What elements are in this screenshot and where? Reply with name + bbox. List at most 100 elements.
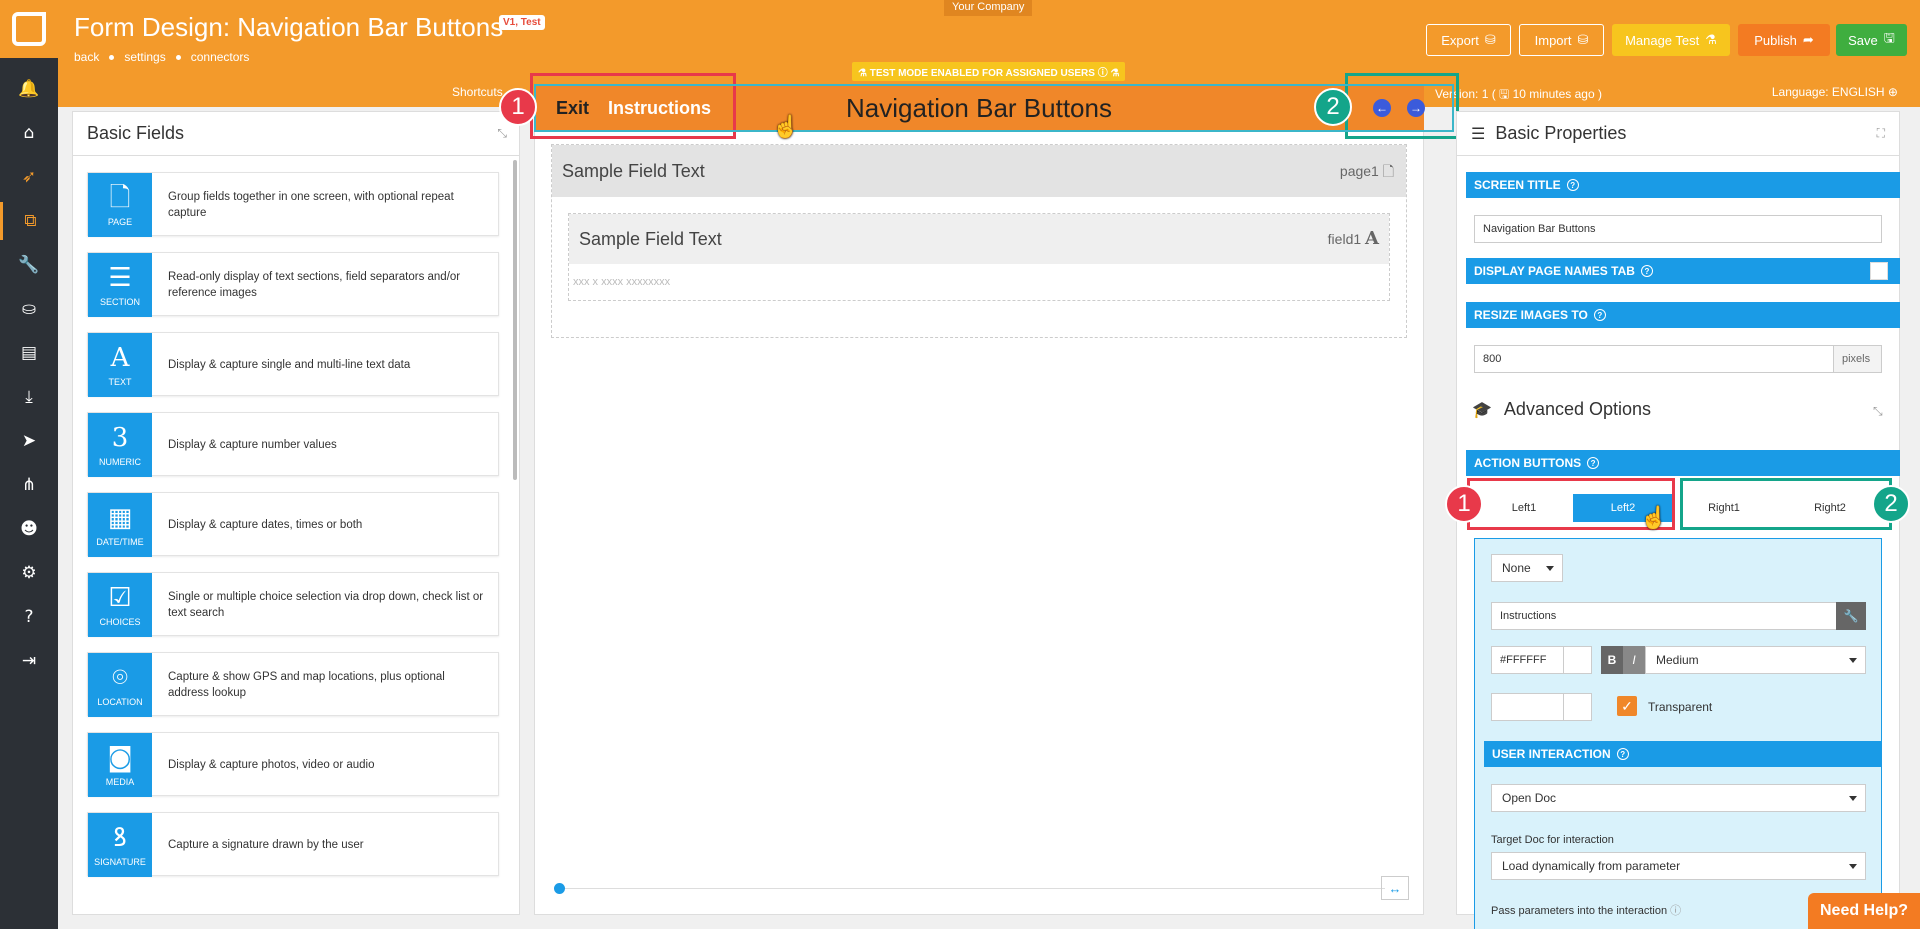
bold-toggle[interactable]: B (1601, 646, 1623, 674)
transparent-label: Transparent (1648, 700, 1713, 714)
help-icon[interactable]: ? (1587, 457, 1600, 469)
page-slider-handle[interactable] (554, 883, 565, 894)
help-icon[interactable]: ? (1593, 309, 1606, 321)
screen-title-input[interactable]: Navigation Bar Buttons (1474, 215, 1882, 243)
breadcrumb-connectors[interactable]: connectors (191, 50, 250, 64)
import-icon: ⛁ (1577, 32, 1589, 47)
table-icon[interactable]: ▤ (0, 334, 58, 372)
breadcrumb-back[interactable]: back (74, 50, 99, 64)
arrow-right-icon[interactable]: → (1407, 99, 1425, 117)
export-button[interactable]: Export ⛁ (1426, 24, 1511, 56)
sitemap-icon[interactable]: ⋔ (0, 466, 58, 504)
help-icon[interactable]: ? (1640, 265, 1653, 277)
field-media[interactable]: ◙ MEDIA Display & capture photos, video o… (87, 732, 499, 797)
scrollbar[interactable] (513, 160, 517, 480)
logout-icon[interactable]: ⇥ (0, 642, 58, 680)
language-selector[interactable]: Language: ENGLISH ⊕ (1772, 85, 1898, 99)
need-help-button[interactable]: Need Help? (1808, 893, 1920, 929)
collapse-icon[interactable]: ⤡ (1873, 404, 1883, 419)
publish-button[interactable]: Publish ➦ (1738, 24, 1830, 56)
background-swatch[interactable] (1563, 694, 1591, 720)
field-section[interactable]: ☰ SECTION Read-only display of text secti… (87, 252, 499, 317)
save-label: Save (1848, 32, 1878, 48)
rocket-icon[interactable]: ➶ (0, 158, 58, 196)
export-label: Export (1441, 32, 1479, 48)
breadcrumb-separator (175, 54, 181, 60)
font-size-select[interactable]: Medium (1645, 646, 1866, 674)
marker-1-tabs: 1 (1445, 485, 1483, 523)
color-swatch[interactable] (1563, 647, 1591, 673)
field-signature[interactable]: ꝸ SIGNATURE Capture a signature drawn by … (87, 812, 499, 877)
field-description: Display & capture photos, video or audio (168, 759, 375, 771)
app-logo[interactable] (0, 0, 58, 58)
forms-icon[interactable]: ⧉ (0, 202, 58, 240)
field-page[interactable]: 🗋 PAGE Group fields together in one scree… (87, 172, 499, 237)
marker-2-tabs: 2 (1872, 485, 1910, 523)
home-icon[interactable]: ⌂ (0, 114, 58, 152)
basic-fields-panel: Basic Fields ⤡ 🗋 PAGE Group fields togeth… (72, 111, 520, 915)
transparent-checkbox[interactable]: ✓ (1617, 696, 1637, 716)
tab-right2[interactable]: Right2 (1780, 494, 1880, 522)
field-description: Display & capture single and multi-line … (168, 359, 411, 371)
breadcrumb-settings[interactable]: settings (124, 50, 165, 64)
resize-images-input[interactable]: 800 (1474, 345, 1834, 373)
target-doc-select[interactable]: Load dynamically from parameter (1491, 852, 1866, 880)
section-icon: ☰ SECTION (88, 253, 152, 317)
icon-select[interactable]: None (1491, 554, 1563, 582)
company-name: Your Company (944, 0, 1033, 16)
field-numeric[interactable]: 3 NUMERIC Display & capture number values (87, 412, 499, 477)
resize-images-section: RESIZE IMAGES TO? (1466, 302, 1900, 328)
form-canvas: Sample Field Text page1 🗋 Sample Field T… (534, 111, 1424, 915)
import-button[interactable]: Import ⛁ (1519, 24, 1604, 56)
section-label: RESIZE IMAGES TO (1474, 308, 1588, 322)
display-page-names-section: DISPLAY PAGE NAMES TAB? (1466, 258, 1900, 284)
map-pin-icon: ⌾ LOCATION (88, 653, 152, 717)
button-text-input[interactable]: Instructions (1491, 602, 1837, 630)
collapse-icon[interactable]: ⤡ (497, 126, 507, 141)
screen-title-section: SCREEN TITLE? (1466, 172, 1900, 198)
italic-toggle[interactable]: I (1623, 646, 1645, 674)
field-description: Capture & show GPS and map locations, pl… (168, 671, 445, 699)
expand-icon[interactable]: ⛶ (1877, 126, 1885, 141)
manage-test-button[interactable]: Manage Test ⚗ (1612, 24, 1730, 56)
page-container[interactable]: Sample Field Text page1 🗋 Sample Field T… (551, 144, 1407, 338)
display-page-names-checkbox[interactable] (1870, 262, 1888, 280)
field-location[interactable]: ⌾ LOCATION Capture & show GPS and map loc… (87, 652, 499, 717)
marker-1: 1 (499, 88, 537, 126)
field-datetime[interactable]: ▦ DATE/TIME Display & capture dates, time… (87, 492, 499, 557)
cursor-pointer-icon: ☝ (772, 114, 800, 139)
wrench-icon[interactable]: 🔧 (0, 246, 58, 284)
field-description: Capture a signature drawn by the user (168, 839, 364, 851)
help-icon[interactable]: ? (0, 598, 58, 636)
text-field-text: Sample Field Text (579, 228, 722, 249)
text-icon: A TEXT (88, 333, 152, 397)
arrow-left-icon[interactable]: ← (1373, 99, 1391, 117)
page-slider-track[interactable] (559, 888, 1385, 889)
field-choices[interactable]: ☑ CHOICES Single or multiple choice selec… (87, 572, 499, 637)
checkbox-icon: ☑ CHOICES (88, 573, 152, 637)
cursor-pointer-icon: ☝ (1640, 505, 1668, 530)
help-icon[interactable]: ? (1566, 179, 1579, 191)
tab-right1[interactable]: Right1 (1674, 494, 1774, 522)
flask-icon: ⚗ (1705, 32, 1717, 47)
download-icon[interactable]: ⤓ (0, 378, 58, 416)
tab-left1[interactable]: Left1 (1474, 494, 1574, 522)
field-text[interactable]: A TEXT Display & capture single and multi… (87, 332, 499, 397)
bell-icon[interactable]: 🔔 (0, 70, 58, 108)
save-button[interactable]: Save 🖫 (1836, 24, 1907, 56)
publish-label: Publish (1754, 32, 1797, 48)
cogs-icon[interactable]: ⚙ (0, 554, 58, 592)
shortcuts-label[interactable]: Shortcuts (452, 85, 503, 99)
field-description: Read-only display of text sections, fiel… (168, 271, 461, 299)
basic-fields-title: Basic Fields (87, 123, 185, 143)
expand-width-icon[interactable]: ↔ (1381, 876, 1409, 900)
text-field-container[interactable]: Sample Field Text field1 A xxx x xxxx xx… (568, 213, 1390, 301)
basket-icon[interactable]: ⛀ (0, 290, 58, 328)
interaction-select[interactable]: Open Doc (1491, 784, 1866, 812)
wrench-icon[interactable]: 🔧 (1836, 602, 1866, 630)
help-icon[interactable]: ? (1616, 748, 1629, 760)
signature-icon: ꝸ SIGNATURE (88, 813, 152, 877)
send-icon[interactable]: ➤ (0, 422, 58, 460)
advanced-options-header: 🎓 Advanced Options (1472, 399, 1651, 420)
users-icon[interactable]: ☻ (0, 510, 58, 548)
